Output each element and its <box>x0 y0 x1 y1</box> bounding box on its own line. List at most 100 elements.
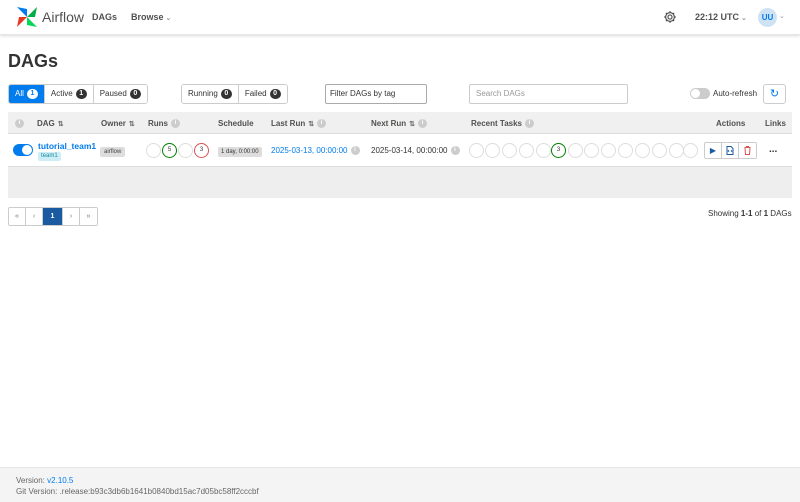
task-state-circle[interactable] <box>601 143 616 158</box>
dag-tag[interactable]: team1 <box>38 152 61 161</box>
filter-failed-button[interactable]: Failed 0 <box>238 85 287 103</box>
count-badge: 0 <box>269 89 281 99</box>
file-code-glyph <box>726 146 734 156</box>
header-label: Last Run <box>271 119 306 128</box>
user-avatar[interactable]: UU <box>758 8 777 27</box>
dag-pause-toggle[interactable] <box>13 144 33 156</box>
run-state-queued[interactable] <box>146 143 161 158</box>
header-label: Next Run <box>371 119 407 128</box>
dag-actions-group: ▶ <box>704 142 757 159</box>
chevron-down-icon[interactable]: ⌄ <box>779 12 785 20</box>
toggle-knob <box>691 89 700 98</box>
count-badge: 0 <box>220 89 232 99</box>
page-current-button[interactable]: 1 <box>43 208 63 225</box>
filter-active-button[interactable]: Active 1 <box>44 85 94 103</box>
header-runs: Runs i <box>148 119 180 129</box>
links-menu-icon[interactable]: ... <box>769 144 777 155</box>
auto-refresh-toggle[interactable] <box>690 88 710 99</box>
task-state-circle[interactable] <box>618 143 633 158</box>
nav-browse-label: Browse <box>131 12 164 22</box>
tag-filter-input[interactable]: Filter DAGs by tag <box>325 84 427 104</box>
task-state-circle[interactable] <box>519 143 534 158</box>
nav-browse[interactable]: Browse ⌄ <box>131 12 171 22</box>
showing-suffix: DAGs <box>768 209 792 218</box>
task-state-circle[interactable] <box>584 143 599 158</box>
airflow-logo-icon[interactable] <box>15 5 39 29</box>
filter-label: Active <box>50 89 73 98</box>
auto-refresh-label: Auto-refresh <box>713 89 758 98</box>
filter-all-button[interactable]: All 1 <box>9 85 45 103</box>
task-state-circle[interactable] <box>536 143 551 158</box>
task-state-circle[interactable] <box>502 143 517 158</box>
dag-id-link[interactable]: tutorial_team1 <box>38 141 96 151</box>
refresh-button[interactable]: ↻ <box>763 84 786 104</box>
info-icon[interactable]: i <box>350 146 360 156</box>
info-icon[interactable]: i <box>171 119 180 129</box>
brand-name[interactable]: Airflow <box>42 9 84 25</box>
header-recent-tasks: Recent Tasks i <box>471 119 534 129</box>
task-state-circle[interactable] <box>568 143 583 158</box>
info-icon[interactable]: i <box>450 146 460 156</box>
page-next-button[interactable]: › <box>63 208 80 225</box>
play-icon[interactable]: ▶ <box>705 143 722 158</box>
trash-icon[interactable] <box>739 143 756 158</box>
task-state-circle[interactable] <box>683 143 698 158</box>
status-filter-group: All 1 Active 1 Paused 0 <box>8 84 148 104</box>
showing-prefix: Showing <box>708 209 741 218</box>
header-label: Recent Tasks <box>471 119 522 128</box>
count-badge: 0 <box>129 89 141 99</box>
task-state-circle[interactable] <box>652 143 667 158</box>
showing-range: 1-1 <box>740 209 753 218</box>
file-code-icon[interactable] <box>722 143 739 158</box>
run-state-running[interactable] <box>178 143 193 158</box>
chevron-down-icon: ⌄ <box>165 15 172 22</box>
task-state-circle[interactable] <box>469 143 484 158</box>
page-last-button[interactable]: » <box>80 208 97 225</box>
info-icon[interactable]: i <box>317 119 327 129</box>
version-link[interactable]: v2.10.5 <box>47 476 73 485</box>
page-prev-button[interactable]: ‹ <box>26 208 43 225</box>
header-owner[interactable]: Owner ⇅ <box>101 119 135 128</box>
header-next-run[interactable]: Next Run ⇅ i <box>371 119 427 129</box>
showing-count: Showing 1-1 of 1 DAGs <box>708 209 792 218</box>
table-row: tutorial_team1 team1 airflow 5 3 1 day, … <box>8 134 792 167</box>
count-badge: 1 <box>26 89 38 99</box>
filter-label: Paused <box>99 89 127 98</box>
header-label: Runs <box>148 119 168 128</box>
version-label: Version: <box>16 476 48 485</box>
header-actions: Actions <box>716 119 746 128</box>
header-last-run[interactable]: Last Run ⇅ i <box>271 119 327 129</box>
search-input[interactable]: Search DAGs <box>469 84 628 104</box>
navbar: Airflow DAGs Browse ⌄ 22:12 UTC ⌄ UU ⌄ <box>0 0 800 35</box>
filter-running-button[interactable]: Running 0 <box>182 85 239 103</box>
filter-label: All <box>15 89 24 98</box>
page-title: DAGs <box>8 51 59 71</box>
filter-label: Failed <box>244 89 267 98</box>
header-label: Owner <box>101 119 126 128</box>
run-state-success[interactable]: 5 <box>162 143 177 158</box>
page-first-button[interactable]: « <box>9 208 26 225</box>
gear-icon[interactable] <box>663 10 677 24</box>
chevron-down-icon: ⌄ <box>741 15 747 22</box>
info-icon[interactable]: i <box>418 119 427 129</box>
task-state-circle[interactable] <box>485 143 500 158</box>
header-dag[interactable]: DAG ⇅ <box>37 119 64 128</box>
run-state-failed[interactable]: 3 <box>194 143 209 158</box>
task-state-circle[interactable] <box>635 143 650 158</box>
task-state-success[interactable]: 3 <box>551 143 566 158</box>
info-icon[interactable]: i <box>525 119 534 129</box>
task-state-circle[interactable] <box>669 143 684 158</box>
toggle-knob <box>22 145 32 155</box>
nav-dags[interactable]: DAGs <box>92 12 117 22</box>
last-run-value: 2025-03-13, 00:00:00 <box>271 146 348 155</box>
filter-paused-button[interactable]: Paused 0 <box>93 85 147 103</box>
count-badge: 1 <box>75 89 87 99</box>
owner-badge[interactable]: airflow <box>100 147 126 157</box>
footer: Version: v2.10.5 Git Version: .release:b… <box>0 467 800 502</box>
header-links: Links <box>765 119 786 128</box>
timezone-menu[interactable]: 22:12 UTC ⌄ <box>695 12 747 22</box>
schedule-badge[interactable]: 1 day, 0:00:00 <box>218 147 262 157</box>
git-version-line: Git Version: .release:b93c3db6b1641b0840… <box>16 487 259 496</box>
last-run-link[interactable]: 2025-03-13, 00:00:00 i <box>271 146 360 156</box>
info-icon[interactable]: i <box>15 119 24 129</box>
